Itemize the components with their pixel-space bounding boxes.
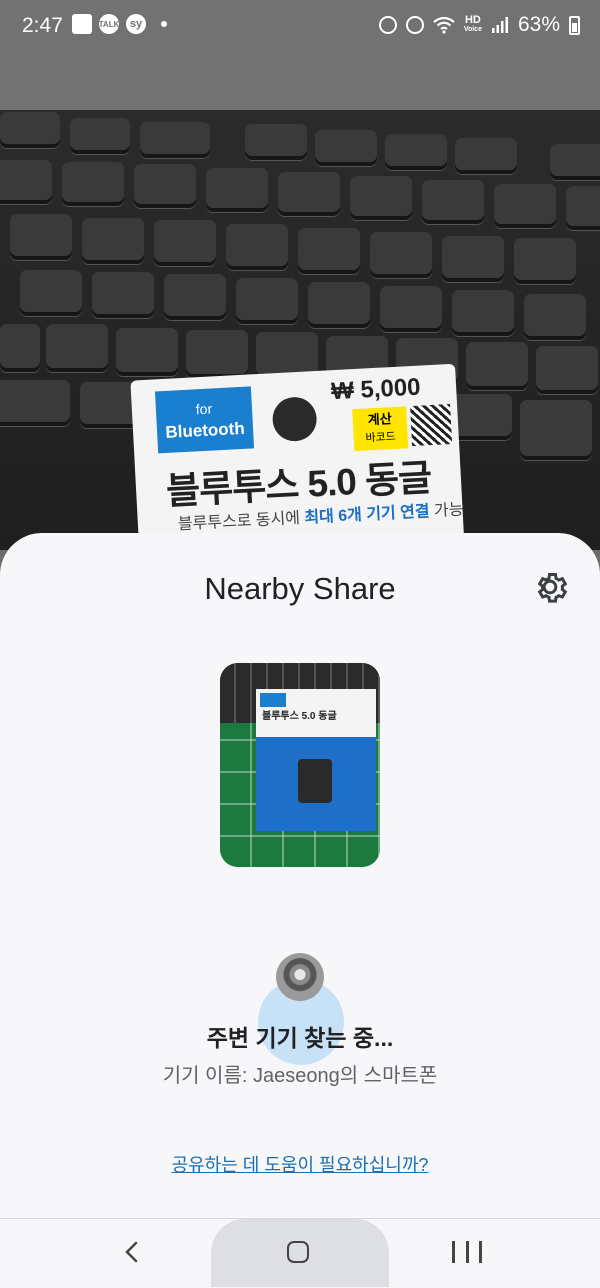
data-saver-icon <box>378 16 397 34</box>
nearby-share-sheet: Nearby Share 블루투스 5.0 동글 주변 기기 찾는 중... 기… <box>0 533 600 1233</box>
calc-line2: 바코드 <box>365 430 397 445</box>
status-bar: 2:47 TALK sy HD Voice 63% <box>0 0 600 52</box>
system-status-icons: HD Voice 63% <box>378 13 580 37</box>
thumbnail-dongle <box>298 759 332 803</box>
screen-scrim <box>0 52 600 110</box>
device-avatar <box>276 953 324 1001</box>
recent-apps-icon[interactable] <box>452 1241 482 1265</box>
barcode-label: 계산 바코드 <box>352 406 409 452</box>
hd-label: HD <box>464 14 481 26</box>
notification-icons: TALK sy <box>72 14 167 34</box>
bluetooth-badge: for Bluetooth <box>154 386 255 454</box>
price-tag: ₩ 5,000 <box>330 373 422 406</box>
badge-line2: Bluetooth <box>164 418 246 442</box>
home-icon <box>287 1241 309 1263</box>
searching-status: 주변 기기 찾는 중... <box>206 1025 394 1051</box>
alarm-icon <box>405 16 424 34</box>
hd-voice-icon: HD Voice <box>464 15 482 35</box>
back-icon[interactable] <box>118 1237 148 1267</box>
sy-icon: sy <box>126 14 146 34</box>
subtitle-prefix: 블루투스로 동시에 <box>177 509 305 534</box>
gallery-icon <box>72 14 92 34</box>
sheet-title: Nearby Share <box>204 571 396 606</box>
help-link[interactable]: 공유하는 데 도움이 필요하십니까? <box>0 1151 600 1177</box>
subtitle-suffix: 가능 <box>429 501 464 521</box>
voice-label: Voice <box>463 26 482 33</box>
navigation-bar <box>0 1218 600 1288</box>
dot-icon <box>161 21 167 27</box>
thumbnail-package: 블루투스 5.0 동글 <box>256 689 376 831</box>
hang-hole <box>271 396 318 443</box>
device-name: 기기 이름: Jaeseong의 스마트폰 <box>162 1065 438 1087</box>
background-photo: for Bluetooth ₩ 5,000 계산 바코드 블루투스 5.0 동글… <box>0 110 600 550</box>
product-label-card: for Bluetooth ₩ 5,000 계산 바코드 블루투스 5.0 동글… <box>130 363 471 550</box>
shared-image-thumbnail: 블루투스 5.0 동글 <box>220 663 380 867</box>
qr-code <box>410 404 453 447</box>
home-button[interactable] <box>211 1219 389 1287</box>
battery-icon <box>569 15 580 35</box>
wifi-icon <box>433 16 455 34</box>
gear-icon[interactable] <box>530 567 570 607</box>
thumbnail-badge <box>260 693 286 707</box>
battery-percent: 63% <box>517 13 560 36</box>
signal-icon <box>491 17 508 33</box>
status-time: 2:47 <box>22 14 63 37</box>
subtitle-highlight: 최대 6개 기기 연결 <box>304 503 431 527</box>
kakaotalk-icon: TALK <box>99 14 119 34</box>
